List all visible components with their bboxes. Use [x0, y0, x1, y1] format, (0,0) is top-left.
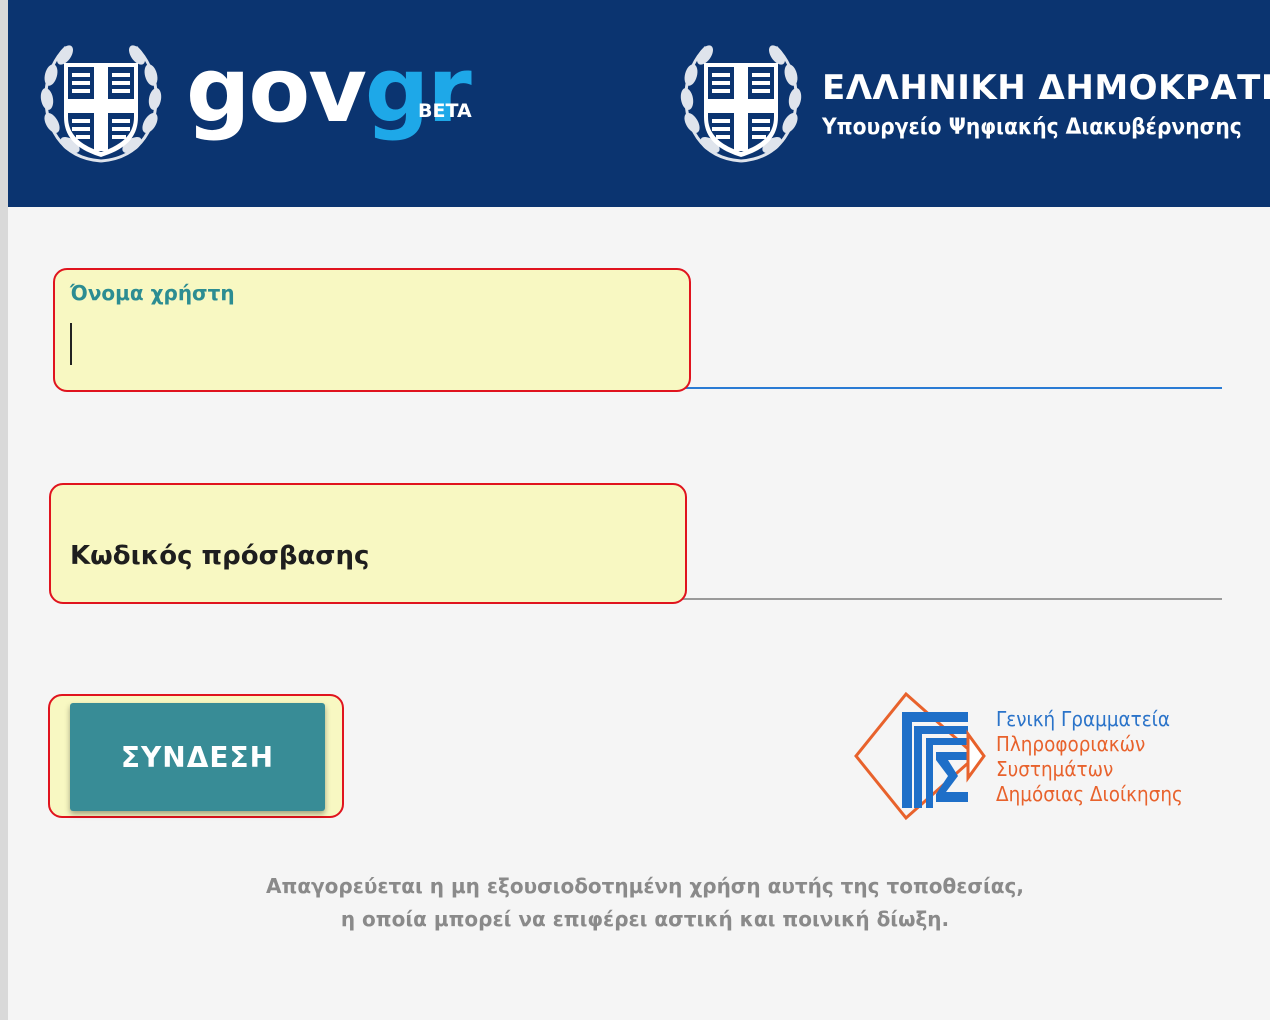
govgr-logo: govgr	[186, 46, 472, 136]
republic-title: ΕΛΛΗΝΙΚΗ ΔΗΜΟΚΡΑΤΙΑ	[822, 68, 1270, 108]
warning-line-1: Απαγορεύεται η μη εξουσιοδοτημένη χρήση …	[266, 874, 1024, 898]
greek-emblem-icon	[670, 33, 812, 175]
text-caret	[70, 323, 72, 365]
brand-gov-text: gov	[186, 38, 367, 143]
legal-warning: Απαγορεύεται η μη εξουσιοδοτημένη χρήση …	[0, 870, 1270, 936]
gsis-organization-name: Γενική Γραμματεία Πληροφοριακών Συστημάτ…	[996, 707, 1183, 807]
warning-line-2: η οποία μπορεί να επιφέρει αστική και πο…	[340, 907, 950, 931]
password-label: Κωδικός πρόσβασης	[70, 541, 370, 571]
beta-badge: BETA	[418, 100, 472, 122]
gsis-line-2: Πληροφοριακών	[996, 732, 1146, 756]
username-label: Όνομα χρήστη	[70, 281, 235, 305]
greek-emblem-icon	[30, 33, 172, 175]
gsis-line-4: Δημόσιας Διοίκησης	[996, 782, 1183, 806]
brand-gr-text: gr	[364, 38, 472, 143]
header-bar: govgr BETA ΕΛΛΗΝΙΚΗ ΔΗΜΟΚΡΑΤΙΑ Υπουργείο…	[8, 0, 1270, 207]
window-frame	[0, 0, 8, 1020]
gsis-line-3: Συστημάτων	[996, 757, 1114, 781]
gsis-line-1: Γενική Γραμματεία	[996, 707, 1171, 731]
gsis-logo-icon	[852, 690, 992, 826]
login-button[interactable]: ΣΥΝΔΕΣΗ	[70, 703, 325, 811]
ministry-name: Υπουργείο Ψηφιακής Διακυβέρνησης	[822, 115, 1242, 140]
